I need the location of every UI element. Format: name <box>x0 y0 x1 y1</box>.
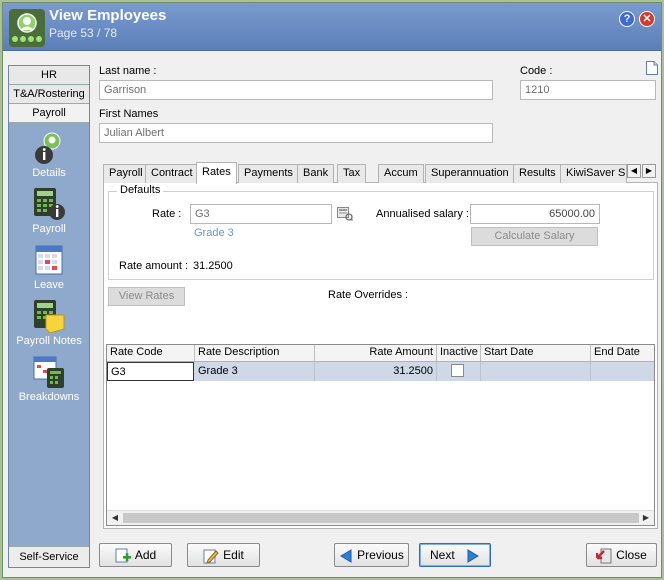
arrow-left-icon <box>340 548 352 563</box>
rate-amount-value: 31.2500 <box>193 260 233 272</box>
scroll-thumb[interactable] <box>123 513 639 523</box>
inactive-checkbox[interactable] <box>451 364 464 377</box>
tab-kiwisaver[interactable]: KiwiSaver S <box>560 164 627 183</box>
code-label: Code : <box>520 65 553 77</box>
sidebar-tab-ta-rostering[interactable]: T&A/Rostering <box>9 85 89 104</box>
calculator-info-icon <box>34 188 65 220</box>
tab-contract[interactable]: Contract <box>145 164 199 183</box>
cell-rate-amount[interactable]: 31.2500 <box>315 362 437 381</box>
last-name-label: Last name : <box>99 65 157 77</box>
first-names-field[interactable]: Julian Albert <box>99 123 493 143</box>
sidebar-item-breakdowns[interactable]: Breakdowns <box>9 355 89 403</box>
tab-strip: Payroll Contract Rates Payments Bank Tax… <box>103 162 658 184</box>
tab-payments[interactable]: Payments <box>238 164 299 183</box>
rate-label: Rate : <box>152 208 182 220</box>
previous-label: Previous <box>357 548 404 562</box>
tab-results[interactable]: Results <box>513 164 562 183</box>
tab-tax[interactable]: Tax <box>337 164 367 183</box>
tab-bank[interactable]: Bank <box>297 164 335 183</box>
title-bar: View Employees Page 53 / 78 ? ✕ <box>3 3 661 51</box>
employee-info-icon <box>35 132 61 164</box>
edit-button[interactable]: Edit <box>187 543 260 567</box>
tab-superannuation[interactable]: Superannuation <box>425 164 515 183</box>
cell-rate-code[interactable]: G3 <box>107 362 194 381</box>
column-header-rate-code[interactable]: Rate Code <box>107 345 195 361</box>
rate-overrides-label: Rate Overrides : <box>328 289 409 301</box>
cell-inactive <box>437 362 481 381</box>
edit-label: Edit <box>223 548 244 562</box>
sidebar-item-label: Details <box>32 167 66 179</box>
rate-overrides-grid: Rate Code Rate Description Rate Amount I… <box>106 344 655 526</box>
scroll-right-icon[interactable]: ▶ <box>639 512 653 525</box>
close-door-icon <box>596 548 612 564</box>
page-indicator: Page 53 / 78 <box>49 26 118 40</box>
close-label: Close <box>616 548 647 562</box>
sidebar-tab-hr[interactable]: HR <box>9 66 89 85</box>
cell-start-date[interactable] <box>481 362 591 381</box>
calculate-salary-button[interactable]: Calculate Salary <box>471 227 598 246</box>
rate-description-link[interactable]: Grade 3 <box>194 227 234 239</box>
close-window-icon[interactable]: ✕ <box>639 11 655 27</box>
sidebar: HR T&A/Rostering Payroll Details Payroll… <box>8 65 90 568</box>
sidebar-item-leave[interactable]: Leave <box>9 243 89 291</box>
tab-payroll[interactable]: Payroll <box>103 164 149 183</box>
sidebar-item-label: Payroll Notes <box>16 335 82 347</box>
defaults-title: Defaults <box>117 184 164 196</box>
column-header-rate-amount[interactable]: Rate Amount <box>315 345 437 361</box>
defaults-group: Defaults Rate : G3 Grade 3 Annualised sa… <box>108 184 654 280</box>
help-icon[interactable]: ? <box>619 11 635 27</box>
employees-logo-icon <box>9 9 45 47</box>
rate-field[interactable]: G3 <box>190 204 332 224</box>
column-header-start-date[interactable]: Start Date <box>481 345 591 361</box>
tab-scroll-right-icon[interactable]: ▶ <box>642 164 656 178</box>
sidebar-tab-payroll[interactable]: Payroll <box>9 104 89 123</box>
cell-end-date[interactable] <box>591 362 654 381</box>
tab-scroll-left-icon[interactable]: ◀ <box>627 164 641 178</box>
add-label: Add <box>134 548 157 562</box>
window-title: View Employees <box>49 7 167 24</box>
code-field[interactable]: 1210 <box>520 80 656 100</box>
calendar-icon <box>35 245 63 275</box>
annualised-salary-field[interactable]: 65000.00 <box>470 204 600 224</box>
rate-lookup-icon[interactable] <box>337 207 353 221</box>
add-button[interactable]: Add <box>99 543 172 567</box>
sidebar-item-payroll[interactable]: Payroll <box>9 187 89 235</box>
document-icon[interactable] <box>646 61 658 75</box>
sidebar-item-label: Leave <box>34 279 64 291</box>
grid-header: Rate Code Rate Description Rate Amount I… <box>107 345 654 362</box>
view-rates-button[interactable]: View Rates <box>108 287 185 306</box>
next-button[interactable]: Next <box>419 543 491 567</box>
arrow-right-icon <box>467 548 479 563</box>
rate-amount-label: Rate amount : <box>119 260 189 272</box>
sidebar-item-label: Breakdowns <box>18 391 80 403</box>
calculator-note-icon <box>34 300 65 333</box>
column-header-end-date[interactable]: End Date <box>591 345 654 361</box>
edit-icon <box>203 549 219 564</box>
scroll-left-icon[interactable]: ◀ <box>108 512 122 525</box>
sidebar-item-details[interactable]: Details <box>9 131 89 179</box>
rates-panel: Defaults Rate : G3 Grade 3 Annualised sa… <box>103 183 658 529</box>
close-button[interactable]: Close <box>586 543 657 567</box>
next-label: Next <box>429 548 455 562</box>
column-header-rate-description[interactable]: Rate Description <box>195 345 315 361</box>
sidebar-tab-self-service[interactable]: Self-Service <box>9 546 89 567</box>
previous-button[interactable]: Previous <box>334 543 409 567</box>
horizontal-scrollbar[interactable]: ◀ ▶ <box>107 510 654 525</box>
annualised-salary-label: Annualised salary : <box>376 208 469 220</box>
cell-rate-description[interactable]: Grade 3 <box>195 362 315 381</box>
view-employees-window: View Employees Page 53 / 78 ? ✕ HR T&A/R… <box>2 2 662 578</box>
calendar-calculator-icon <box>33 356 64 388</box>
tab-rates[interactable]: Rates <box>196 162 237 184</box>
column-header-inactive[interactable]: Inactive <box>437 345 481 361</box>
add-icon <box>115 548 131 563</box>
sidebar-item-payroll-notes[interactable]: Payroll Notes <box>9 299 89 347</box>
first-names-label: First Names <box>99 108 159 120</box>
table-row[interactable]: G3 Grade 3 31.2500 <box>107 362 654 381</box>
tab-accum[interactable]: Accum <box>378 164 424 183</box>
sidebar-item-label: Payroll <box>32 223 66 235</box>
last-name-field[interactable]: Garrison <box>99 80 493 100</box>
